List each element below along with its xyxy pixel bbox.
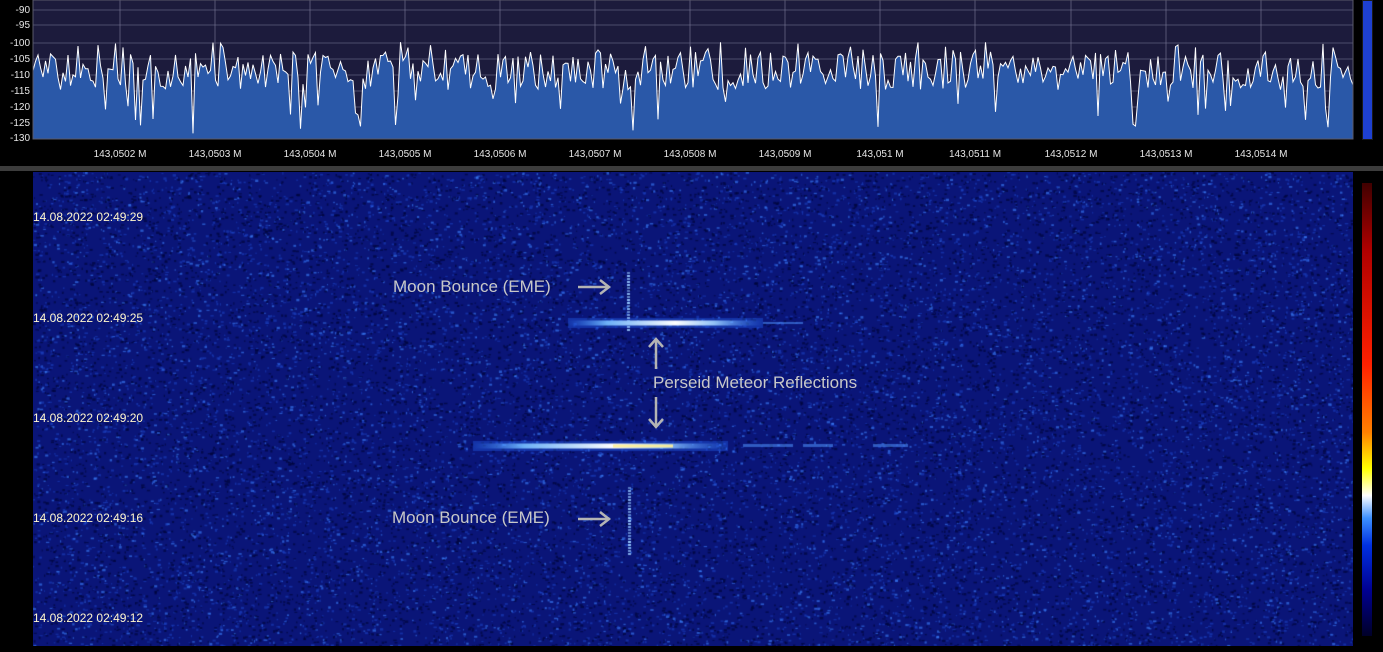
spectrum-panel[interactable]: -90 -95 -100 -105 -110 -115 -120 -125 -1…	[0, 0, 1383, 165]
waterfall-canvas[interactable]	[33, 172, 1353, 646]
x-axis-ticks: 143,0502 M 143,0503 M 143,0504 M 143,050…	[94, 149, 1288, 160]
y-tick-label: -125	[10, 118, 30, 129]
y-tick-label: -130	[10, 133, 30, 144]
panel-splitter[interactable]	[0, 166, 1383, 171]
y-tick-label: -115	[11, 86, 31, 97]
x-tick-label: 143,0513 M	[1140, 149, 1193, 160]
x-tick-label: 143,0508 M	[664, 149, 717, 160]
timestamp-label: 14.08.2022 02:49:16	[33, 511, 144, 525]
x-tick-label: 143,0506 M	[474, 149, 527, 160]
signal-level-fill	[1363, 1, 1372, 139]
timestamp-label: 14.08.2022 02:49:12	[33, 611, 144, 625]
annotation-meteor-reflections: Perseid Meteor Reflections	[653, 373, 858, 392]
x-tick-label: 143,0505 M	[379, 149, 432, 160]
y-tick-label: -90	[16, 5, 31, 16]
y-tick-label: -105	[10, 54, 30, 65]
x-tick-label: 143,0504 M	[284, 149, 337, 160]
y-tick-label: -120	[10, 102, 30, 113]
x-tick-label: 143,051 M	[856, 149, 903, 160]
x-tick-label: 143,0512 M	[1045, 149, 1098, 160]
signal-level-meter	[1362, 0, 1373, 140]
y-tick-label: -95	[16, 20, 31, 31]
x-tick-label: 143,0511 M	[949, 149, 1001, 160]
annotation-moon-bounce-bottom: Moon Bounce (EME)	[392, 508, 550, 527]
waterfall-display[interactable]	[33, 172, 1353, 646]
waterfall-color-scale	[1362, 183, 1372, 636]
x-tick-label: 143,0514 M	[1235, 149, 1288, 160]
spectrum-plot[interactable]: -90 -95 -100 -105 -110 -115 -120 -125 -1…	[0, 0, 1383, 165]
x-tick-label: 143,0507 M	[569, 149, 622, 160]
x-tick-label: 143,0502 M	[94, 149, 147, 160]
y-tick-label: -110	[11, 70, 31, 81]
y-axis-ticks: -90 -95 -100 -105 -110 -115 -120 -125 -1…	[10, 5, 30, 144]
x-tick-label: 143,0503 M	[189, 149, 242, 160]
timestamp-label: 14.08.2022 02:49:25	[33, 311, 144, 325]
timestamp-label: 14.08.2022 02:49:20	[33, 411, 144, 425]
annotation-moon-bounce-top: Moon Bounce (EME)	[393, 277, 551, 296]
timestamp-label: 14.08.2022 02:49:29	[33, 210, 144, 224]
y-tick-label: -100	[10, 38, 30, 49]
x-tick-label: 143,0509 M	[759, 149, 812, 160]
